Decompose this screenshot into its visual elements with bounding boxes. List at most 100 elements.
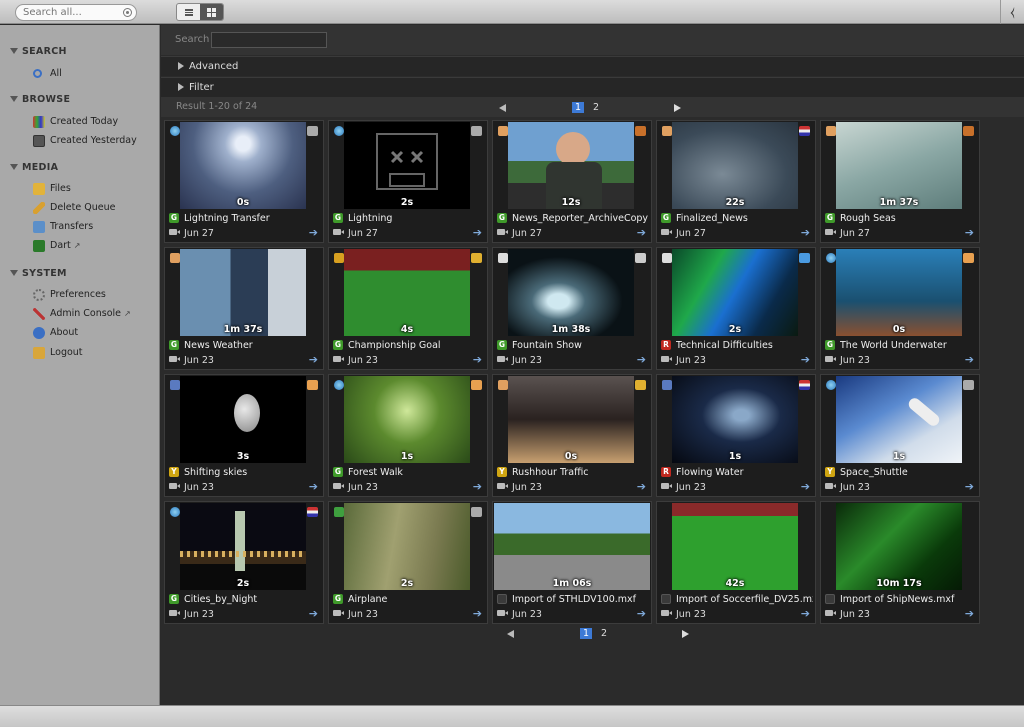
list-view-button[interactable] xyxy=(177,4,200,20)
media-thumbnail[interactable]: 10m 17s xyxy=(836,503,962,590)
media-thumbnail[interactable]: 0s xyxy=(180,122,306,209)
open-arrow-icon[interactable]: ➔ xyxy=(801,353,810,366)
media-card[interactable]: 0s G Lightning Transfer Jun 27 ➔ xyxy=(164,120,324,243)
open-arrow-icon[interactable]: ➔ xyxy=(801,607,810,620)
media-title[interactable]: Import of STHLDV100.mxf xyxy=(512,594,649,605)
media-thumbnail[interactable]: 1m 38s xyxy=(508,249,634,336)
open-arrow-icon[interactable]: ➔ xyxy=(473,226,482,239)
media-thumbnail[interactable]: 1s xyxy=(672,376,798,463)
open-arrow-icon[interactable]: ➔ xyxy=(637,353,646,366)
media-card[interactable]: 2s G Cities_by_Night Jun 23 ➔ xyxy=(164,501,324,624)
open-arrow-icon[interactable]: ➔ xyxy=(637,226,646,239)
media-card[interactable]: 4s G Championship Goal Jun 23 ➔ xyxy=(328,247,488,370)
filter-toggle[interactable]: Filter xyxy=(161,77,1024,97)
section-browse-title[interactable]: BROWSE xyxy=(9,94,70,105)
media-card[interactable]: 1m 38s G Fountain Show Jun 23 ➔ xyxy=(492,247,652,370)
open-arrow-icon[interactable]: ➔ xyxy=(965,480,974,493)
open-arrow-icon[interactable]: ➔ xyxy=(801,480,810,493)
open-arrow-icon[interactable]: ➔ xyxy=(309,353,318,366)
section-media-title[interactable]: MEDIA xyxy=(9,162,58,173)
next-page-icon[interactable] xyxy=(682,629,690,638)
sidebar-item-files[interactable]: Files xyxy=(33,181,71,196)
media-title[interactable]: News Weather xyxy=(184,340,321,351)
open-arrow-icon[interactable]: ➔ xyxy=(309,226,318,239)
sidebar-item-transfers[interactable]: Transfers xyxy=(33,219,93,234)
sidebar-item-logout[interactable]: Logout xyxy=(33,345,83,360)
open-arrow-icon[interactable]: ➔ xyxy=(309,607,318,620)
media-thumbnail[interactable]: 1s xyxy=(344,376,470,463)
media-thumbnail[interactable]: 1m 06s xyxy=(494,503,650,590)
collapse-panel-button[interactable]: ⧼ xyxy=(1000,0,1024,24)
sidebar-item-all[interactable]: All xyxy=(33,66,62,81)
media-thumbnail[interactable]: 2s xyxy=(344,122,470,209)
section-system-title[interactable]: SYSTEM xyxy=(10,268,67,279)
media-title[interactable]: Space_Shuttle xyxy=(840,467,977,478)
media-thumbnail[interactable]: 2s xyxy=(672,249,798,336)
global-search-input[interactable] xyxy=(23,6,121,19)
media-title[interactable]: Technical Difficulties xyxy=(676,340,813,351)
media-title[interactable]: Cities_by_Night xyxy=(184,594,321,605)
open-arrow-icon[interactable]: ➔ xyxy=(473,353,482,366)
media-card[interactable]: 1s R Flowing Water Jun 23 ➔ xyxy=(656,374,816,497)
sidebar-item-preferences[interactable]: Preferences xyxy=(33,287,106,302)
media-card[interactable]: 42s Import of Soccerfile_DV25.mxf Jun 23 ➔ xyxy=(656,501,816,624)
media-thumbnail[interactable]: 3s xyxy=(180,376,306,463)
open-arrow-icon[interactable]: ➔ xyxy=(801,226,810,239)
media-title[interactable]: Lightning xyxy=(348,213,485,224)
page-2-link[interactable]: 2 xyxy=(590,102,602,113)
media-title[interactable]: Import of ShipNews.mxf xyxy=(840,594,977,605)
media-title[interactable]: Import of Soccerfile_DV25.mxf xyxy=(676,594,813,605)
open-arrow-icon[interactable]: ➔ xyxy=(637,480,646,493)
media-thumbnail[interactable]: 2s xyxy=(180,503,306,590)
page-1-link[interactable]: 1 xyxy=(580,628,593,639)
media-thumbnail[interactable]: 22s xyxy=(672,122,798,209)
open-arrow-icon[interactable]: ➔ xyxy=(637,607,646,620)
media-thumbnail[interactable]: 1s xyxy=(836,376,962,463)
prev-page-icon[interactable] xyxy=(499,103,506,112)
page-1-link[interactable]: 1 xyxy=(572,102,585,113)
media-thumbnail[interactable]: 12s xyxy=(508,122,634,209)
media-title[interactable]: Rushhour Traffic xyxy=(512,467,649,478)
sidebar-item-about[interactable]: About xyxy=(33,325,78,340)
media-card[interactable]: 3s Y Shifting skies Jun 23 ➔ xyxy=(164,374,324,497)
sidebar-item-created-yesterday[interactable]: Created Yesterday xyxy=(33,133,137,148)
sidebar-item-dart[interactable]: Dart ↗ xyxy=(33,238,80,253)
media-title[interactable]: Forest Walk xyxy=(348,467,485,478)
sidebar-item-admin-console[interactable]: Admin Console ↗ xyxy=(33,306,131,321)
media-card[interactable]: 2s G Airplane Jun 23 ➔ xyxy=(328,501,488,624)
clear-search-icon[interactable] xyxy=(123,8,132,17)
media-card[interactable]: 22s G Finalized_News Jun 27 ➔ xyxy=(656,120,816,243)
open-arrow-icon[interactable]: ➔ xyxy=(473,480,482,493)
media-thumbnail[interactable]: 0s xyxy=(836,249,962,336)
media-card[interactable]: 2s R Technical Difficulties Jun 23 ➔ xyxy=(656,247,816,370)
media-thumbnail[interactable]: 42s xyxy=(672,503,798,590)
global-search-box[interactable] xyxy=(15,4,137,21)
media-thumbnail[interactable]: 1m 37s xyxy=(180,249,306,336)
media-title[interactable]: News_Reporter_ArchiveCopy xyxy=(512,213,649,224)
prev-page-icon[interactable] xyxy=(507,629,514,638)
media-card[interactable]: 1m 37s G News Weather Jun 23 ➔ xyxy=(164,247,324,370)
media-title[interactable]: Flowing Water xyxy=(676,467,813,478)
media-thumbnail[interactable]: 4s xyxy=(344,249,470,336)
open-arrow-icon[interactable]: ➔ xyxy=(965,353,974,366)
search-input[interactable] xyxy=(211,32,327,48)
media-card[interactable]: 1m 06s Import of STHLDV100.mxf Jun 23 ➔ xyxy=(492,501,652,624)
grid-view-button[interactable] xyxy=(200,4,223,20)
media-card[interactable]: 0s Y Rushhour Traffic Jun 23 ➔ xyxy=(492,374,652,497)
media-thumbnail[interactable]: 2s xyxy=(344,503,470,590)
media-title[interactable]: Lightning Transfer xyxy=(184,213,321,224)
media-title[interactable]: Championship Goal xyxy=(348,340,485,351)
media-title[interactable]: Shifting skies xyxy=(184,467,321,478)
media-title[interactable]: Fountain Show xyxy=(512,340,649,351)
media-thumbnail[interactable]: 0s xyxy=(508,376,634,463)
media-title[interactable]: Finalized_News xyxy=(676,213,813,224)
media-card[interactable]: 1s Y Space_Shuttle Jun 23 ➔ xyxy=(820,374,980,497)
media-card[interactable]: 0s G The World Underwater Jun 23 ➔ xyxy=(820,247,980,370)
sidebar-item-delete-queue[interactable]: Delete Queue xyxy=(33,200,115,215)
media-title[interactable]: Airplane xyxy=(348,594,485,605)
open-arrow-icon[interactable]: ➔ xyxy=(965,607,974,620)
open-arrow-icon[interactable]: ➔ xyxy=(473,607,482,620)
open-arrow-icon[interactable]: ➔ xyxy=(965,226,974,239)
media-title[interactable]: Rough Seas xyxy=(840,213,977,224)
next-page-icon[interactable] xyxy=(674,103,682,112)
